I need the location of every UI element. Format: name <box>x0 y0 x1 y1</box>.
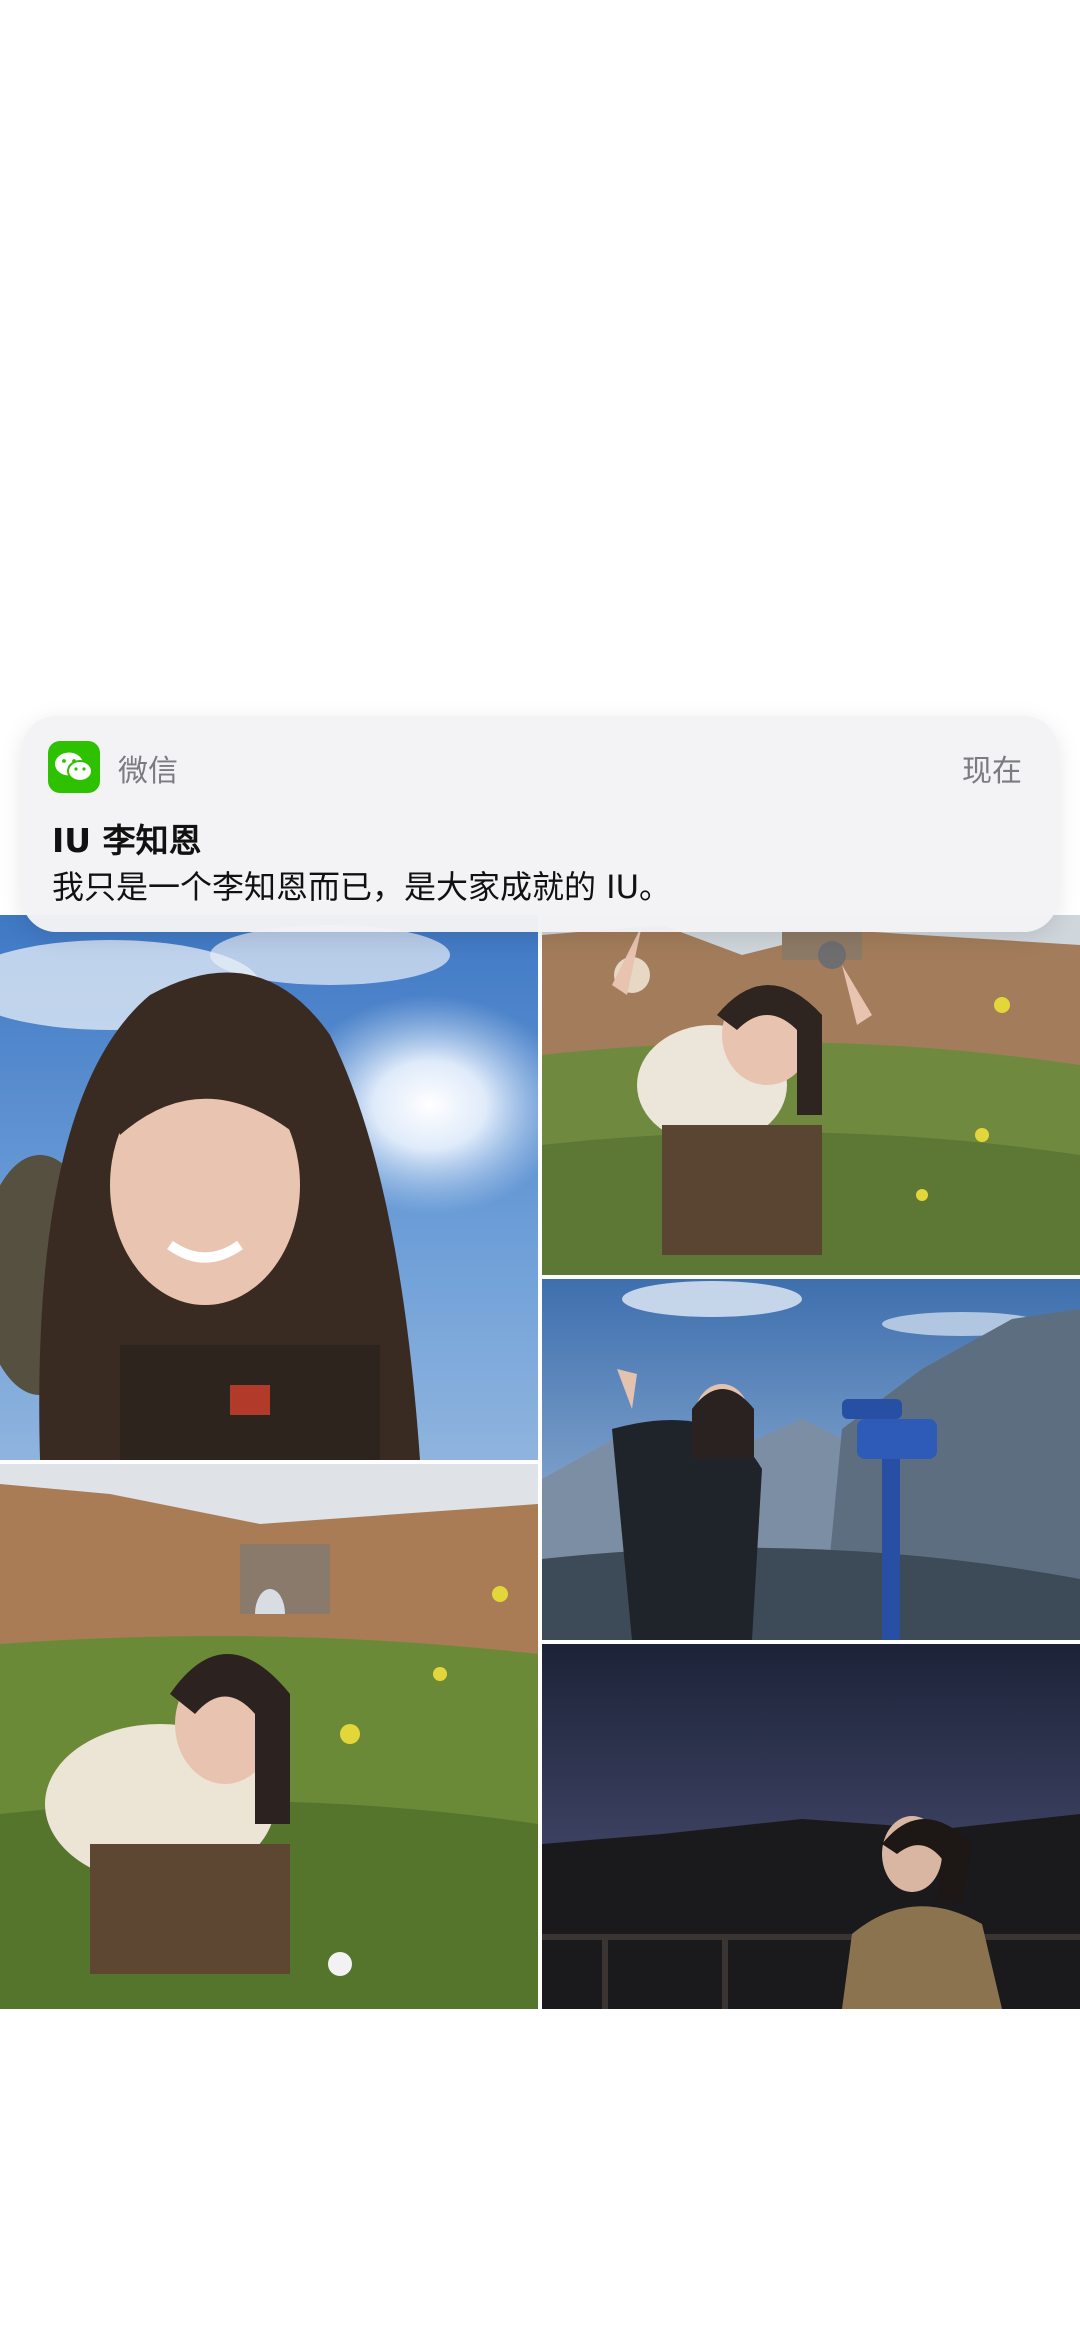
photo-selfie-sky[interactable] <box>0 915 538 1460</box>
notification-time: 现在 <box>962 754 1022 789</box>
photo-field-crouch[interactable] <box>0 1464 538 2009</box>
app-name: 微信 <box>118 754 178 789</box>
notification-banner[interactable]: 微信 现在 IU 李知恩 我只是一个李知恩而已，是大家成就的 IU。 <box>22 716 1058 932</box>
photo-cliff-grass[interactable] <box>542 915 1080 1275</box>
notification-title: IU 李知恩 <box>52 821 202 860</box>
photo-collage <box>0 915 1080 2009</box>
notification-message: 我只是一个李知恩而已，是大家成就的 IU。 <box>52 868 672 906</box>
wechat-icon <box>48 741 100 793</box>
photo-mountain-telescope[interactable] <box>542 1279 1080 1640</box>
photo-dusk[interactable] <box>542 1644 1080 2009</box>
